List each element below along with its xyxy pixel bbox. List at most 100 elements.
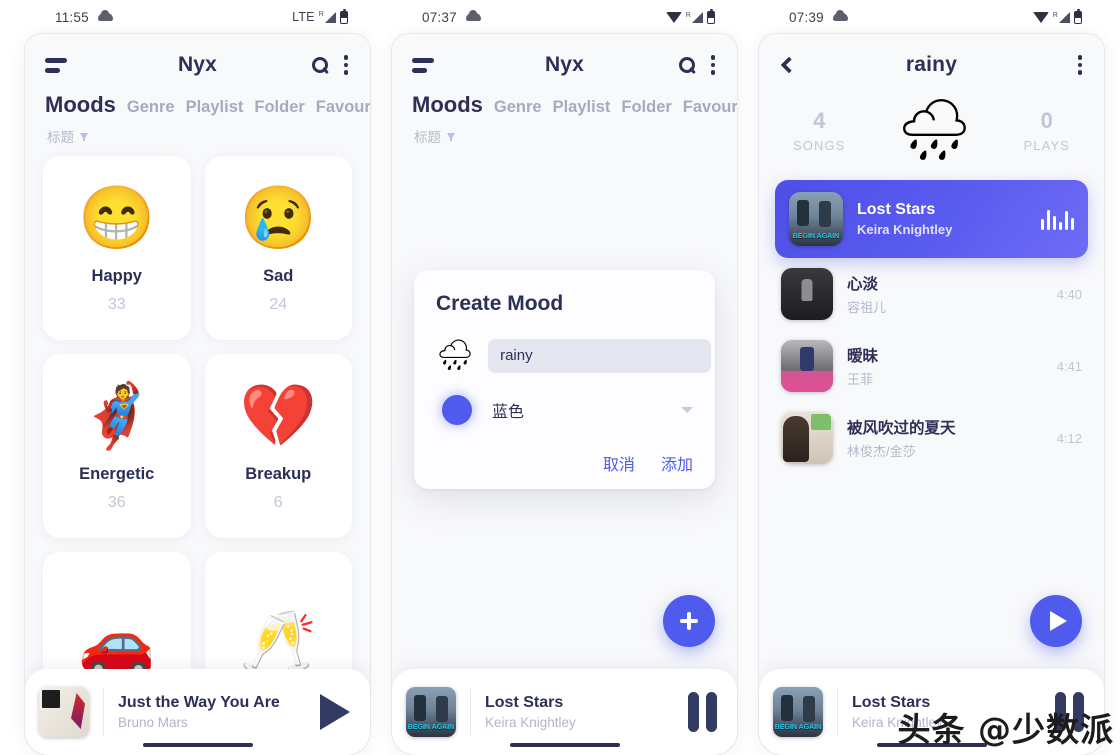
album-art <box>406 687 456 737</box>
album-art <box>781 268 833 320</box>
equalizer-icon <box>1040 208 1074 230</box>
tab-favourite[interactable]: Favourite <box>316 98 370 117</box>
signal-icon <box>1059 11 1070 23</box>
tab-folder[interactable]: Folder <box>254 98 304 117</box>
tab-playlist[interactable]: Playlist <box>553 98 611 117</box>
battery-icon <box>707 8 715 24</box>
roaming-indicator: R <box>318 11 324 18</box>
battery-icon <box>1074 8 1082 24</box>
mood-card-breakup[interactable]: 💔 Breakup 6 <box>204 354 352 538</box>
song-meta: Lost Stars Keira Knightley <box>857 201 1027 237</box>
status-time: 07:39 <box>789 9 824 25</box>
dialog-color-row[interactable]: 蓝色 <box>436 395 693 425</box>
mini-player[interactable]: Lost Stars Keira Knightley <box>392 669 737 755</box>
phone-3: 07:39 R rainy 4 SONGS 🌧 0 PLAYS BEGIN AG… <box>759 0 1104 755</box>
mood-card-happy[interactable]: 😁 Happy 33 <box>43 156 191 340</box>
dialog-name-row: 🌧 <box>436 338 712 373</box>
divider <box>103 689 104 735</box>
status-time: 07:37 <box>422 9 457 25</box>
screenshot-stage: 11:55 LTE R Nyx Moods Genre Playlist Fol… <box>0 0 1120 755</box>
hamburger-icon[interactable] <box>412 57 434 73</box>
roaming-indicator: R <box>1052 11 1058 19</box>
kebab-menu-icon[interactable] <box>1076 53 1085 77</box>
kebab-menu-icon[interactable] <box>709 53 718 77</box>
song-row[interactable]: 心淡 容祖儿 4:40 <box>773 258 1090 330</box>
phone-2: 07:37 R Nyx Moods Genre Playlist Folder … <box>392 0 737 755</box>
tab-playlist[interactable]: Playlist <box>186 98 244 117</box>
song-duration: 4:12 <box>1056 430 1082 446</box>
color-label: 蓝色 <box>492 404 525 421</box>
song-row[interactable]: 被风吹过的夏天 林俊杰/金莎 4:12 <box>773 402 1090 474</box>
song-title: 心淡 <box>847 276 879 293</box>
status-bar-left: 07:37 <box>422 10 481 25</box>
sort-label: 标题 <box>414 130 441 145</box>
mood-name-input[interactable] <box>488 338 712 373</box>
song-artist: Keira Knightley <box>857 222 953 237</box>
mood-card-energetic[interactable]: 🦸 Energetic 36 <box>43 354 191 538</box>
tab-favourite[interactable]: Favourite <box>683 98 737 117</box>
album-art <box>781 412 833 464</box>
song-row[interactable]: 暧昧 王菲 4:41 <box>773 330 1090 402</box>
mood-card-sad[interactable]: 😢 Sad 24 <box>204 156 352 340</box>
search-icon[interactable] <box>311 57 328 73</box>
home-indicator <box>509 743 620 747</box>
status-bar-left: 07:39 <box>789 10 848 25</box>
songs-stat: 4 SONGS <box>793 108 845 153</box>
sort-control[interactable]: 标题 <box>392 118 737 146</box>
cloud-rain-icon: 🌧 <box>896 96 973 163</box>
album-art <box>773 687 823 737</box>
add-mood-fab[interactable] <box>663 595 715 647</box>
pause-icon[interactable] <box>688 692 717 732</box>
song-title: 暧昧 <box>847 348 879 365</box>
search-icon[interactable] <box>678 57 695 73</box>
network-label: LTE <box>292 10 315 24</box>
plays-stat: 0 PLAYS <box>1024 108 1070 153</box>
plays-count: 0 <box>1040 107 1053 133</box>
tab-genre[interactable]: Genre <box>127 98 175 117</box>
add-button[interactable]: 添加 <box>661 451 693 475</box>
mood-count: 6 <box>273 493 283 511</box>
chevron-down-icon[interactable] <box>681 407 693 413</box>
tab-genre[interactable]: Genre <box>494 98 542 117</box>
song-row-active[interactable]: Lost Stars Keira Knightley <box>775 180 1088 258</box>
play-icon[interactable] <box>320 694 350 730</box>
play-all-fab[interactable] <box>1030 595 1082 647</box>
dialog-title: Create Mood <box>436 292 564 315</box>
sort-control[interactable]: 标题 <box>25 118 370 146</box>
song-title: 被风吹过的夏天 <box>847 420 956 437</box>
app-bar-actions <box>311 53 351 77</box>
color-swatch[interactable] <box>442 395 472 425</box>
watermark: 头条 @少数派 <box>897 710 1114 749</box>
mood-detail-title: rainy <box>905 53 958 76</box>
mood-name: Happy <box>91 266 142 285</box>
app-bar-actions <box>1076 53 1085 77</box>
phone-2-screen: Nyx Moods Genre Playlist Folder Favourit… <box>392 34 737 755</box>
now-playing-artist: Keira Knightley <box>485 715 576 730</box>
app-bar: Nyx <box>25 34 370 96</box>
battery-icon <box>340 8 348 24</box>
status-bar-left: 11:55 <box>55 10 113 25</box>
songs-label: SONGS <box>793 137 846 153</box>
sort-label: 标题 <box>47 130 74 145</box>
songs-count: 4 <box>813 107 826 133</box>
cloud-icon <box>465 10 481 21</box>
cloud-rain-icon[interactable]: 🌧 <box>436 338 474 373</box>
mini-player-meta: Just the Way You Are Bruno Mars <box>118 694 320 730</box>
signal-icon <box>325 11 336 23</box>
cancel-button[interactable]: 取消 <box>603 451 635 475</box>
album-art <box>39 687 89 737</box>
hamburger-icon[interactable] <box>45 57 67 73</box>
mini-player[interactable]: Just the Way You Are Bruno Mars <box>25 669 370 755</box>
app-bar: Nyx <box>392 34 737 96</box>
cloud-icon <box>832 10 848 21</box>
status-bar-right: LTE R <box>292 8 348 24</box>
app-bar-actions <box>678 53 718 77</box>
status-time: 11:55 <box>55 9 89 25</box>
phone-1: 11:55 LTE R Nyx Moods Genre Playlist Fol… <box>25 0 370 755</box>
mood-count: 36 <box>107 493 126 511</box>
status-bar-right: R <box>1032 8 1082 24</box>
kebab-menu-icon[interactable] <box>342 53 351 77</box>
tab-folder[interactable]: Folder <box>621 98 671 117</box>
album-art <box>781 340 833 392</box>
mood-name: Breakup <box>245 464 312 483</box>
